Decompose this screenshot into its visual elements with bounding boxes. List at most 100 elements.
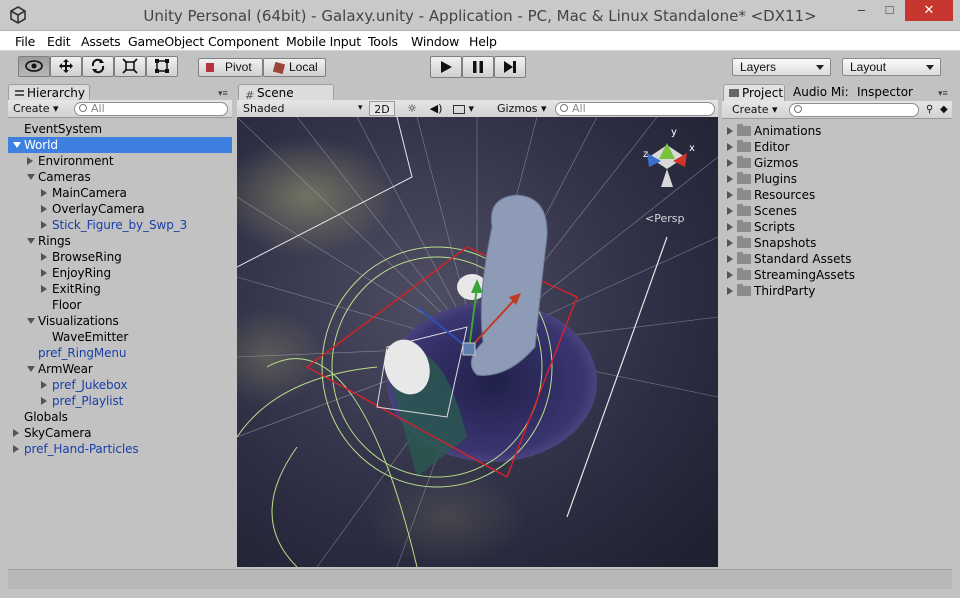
expand-arrow-open-icon[interactable] <box>27 238 35 244</box>
expand-arrow-closed-icon[interactable] <box>727 143 733 151</box>
hierarchy-item[interactable]: SkyCamera <box>8 425 232 441</box>
expand-arrow-closed-icon[interactable] <box>41 397 47 405</box>
expand-arrow-closed-icon[interactable] <box>41 269 47 277</box>
maximize-button[interactable]: □ <box>876 0 903 21</box>
menu-help[interactable]: Help <box>469 34 497 49</box>
effects-dropdown[interactable]: ▾ <box>453 101 485 116</box>
expand-arrow-closed-icon[interactable] <box>727 159 733 167</box>
expand-arrow-closed-icon[interactable] <box>727 271 733 279</box>
layout-dropdown[interactable]: Layout <box>842 58 941 76</box>
local-button[interactable]: Local <box>263 58 326 77</box>
hierarchy-create-button[interactable]: Create ▾ <box>13 101 71 116</box>
tab-scene[interactable]: # Scene <box>238 84 334 102</box>
project-folder-item[interactable]: Editor <box>722 139 942 155</box>
tab-project[interactable]: Project <box>723 84 785 101</box>
scene-view[interactable]: y x z <Persp <box>237 117 718 567</box>
hierarchy-item[interactable]: MainCamera <box>8 185 232 201</box>
gizmos-dropdown[interactable]: Gizmos ▾ <box>497 101 555 116</box>
hierarchy-item[interactable]: EventSystem <box>8 121 232 137</box>
view-tool-button[interactable] <box>18 56 50 77</box>
hierarchy-item[interactable]: World <box>8 137 232 153</box>
shading-dropdown[interactable]: Shaded ▾ <box>243 101 363 116</box>
hierarchy-item[interactable]: OverlayCamera <box>8 201 232 217</box>
project-folder-item[interactable]: Gizmos <box>722 155 942 171</box>
close-button[interactable]: ✕ <box>905 0 953 21</box>
filter-by-type-button[interactable]: ⚲ <box>926 102 938 117</box>
hierarchy-item[interactable]: Cameras <box>8 169 232 185</box>
rotate-tool-button[interactable] <box>82 56 114 77</box>
expand-arrow-closed-icon[interactable] <box>41 189 47 197</box>
panel-menu-icon[interactable]: ▾≡ <box>938 88 948 99</box>
expand-arrow-open-icon[interactable] <box>27 366 35 372</box>
expand-arrow-closed-icon[interactable] <box>41 221 47 229</box>
audio-toggle[interactable]: ◀) <box>427 101 445 116</box>
project-folder-item[interactable]: Animations <box>722 123 942 139</box>
hierarchy-item[interactable]: pref_Hand-Particles <box>8 441 232 457</box>
project-folder-item[interactable]: Snapshots <box>722 235 942 251</box>
expand-arrow-closed-icon[interactable] <box>41 285 47 293</box>
menu-tools[interactable]: Tools <box>368 34 398 49</box>
hierarchy-item[interactable]: pref_Jukebox <box>8 377 232 393</box>
hierarchy-item[interactable]: pref_RingMenu <box>8 345 232 361</box>
persp-label[interactable]: <Persp <box>645 212 684 225</box>
hierarchy-item[interactable]: Rings <box>8 233 232 249</box>
tab-hierarchy[interactable]: Hierarchy <box>8 84 90 101</box>
menu-edit[interactable]: Edit <box>47 34 71 49</box>
play-button[interactable] <box>430 56 462 78</box>
hierarchy-item[interactable]: pref_Playlist <box>8 393 232 409</box>
expand-arrow-open-icon[interactable] <box>27 174 35 180</box>
hierarchy-item[interactable]: Globals <box>8 409 232 425</box>
expand-arrow-closed-icon[interactable] <box>727 191 733 199</box>
project-folder-item[interactable]: Scenes <box>722 203 942 219</box>
rect-tool-button[interactable] <box>146 56 178 77</box>
hierarchy-item[interactable]: WaveEmitter <box>8 329 232 345</box>
tab-inspector[interactable]: Inspector <box>857 85 913 99</box>
project-create-button[interactable]: Create ▾ <box>732 102 786 117</box>
expand-arrow-closed-icon[interactable] <box>727 239 733 247</box>
project-folder-item[interactable]: ThirdParty <box>722 283 942 299</box>
pause-button[interactable] <box>462 56 494 78</box>
expand-arrow-closed-icon[interactable] <box>727 175 733 183</box>
hierarchy-item[interactable]: Stick_Figure_by_Swp_3 <box>8 217 232 233</box>
project-folder-item[interactable]: Standard Assets <box>722 251 942 267</box>
expand-arrow-closed-icon[interactable] <box>41 205 47 213</box>
project-folder-item[interactable]: Scripts <box>722 219 942 235</box>
hierarchy-item[interactable]: ExitRing <box>8 281 232 297</box>
scene-search-input[interactable]: All <box>555 102 715 116</box>
expand-arrow-closed-icon[interactable] <box>27 157 33 165</box>
expand-arrow-closed-icon[interactable] <box>13 445 19 453</box>
project-folder-item[interactable]: Resources <box>722 187 942 203</box>
expand-arrow-closed-icon[interactable] <box>727 207 733 215</box>
tab-audio-mixer[interactable]: Audio Mi: <box>793 85 849 99</box>
expand-arrow-closed-icon[interactable] <box>13 429 19 437</box>
minimize-button[interactable]: – <box>848 0 875 21</box>
expand-arrow-closed-icon[interactable] <box>41 381 47 389</box>
expand-arrow-closed-icon[interactable] <box>727 255 733 263</box>
hierarchy-item[interactable]: ArmWear <box>8 361 232 377</box>
hierarchy-item[interactable]: Visualizations <box>8 313 232 329</box>
hierarchy-item[interactable]: Floor <box>8 297 232 313</box>
expand-arrow-closed-icon[interactable] <box>727 287 733 295</box>
step-button[interactable] <box>494 56 526 78</box>
expand-arrow-open-icon[interactable] <box>13 142 21 148</box>
lighting-toggle[interactable]: ☼ <box>403 101 421 116</box>
menu-mobile-input[interactable]: Mobile Input <box>286 34 361 49</box>
expand-arrow-closed-icon[interactable] <box>727 223 733 231</box>
expand-arrow-closed-icon[interactable] <box>41 253 47 261</box>
menu-gameobject[interactable]: GameObject <box>128 34 204 49</box>
hierarchy-item[interactable]: BrowseRing <box>8 249 232 265</box>
hierarchy-item[interactable]: Environment <box>8 153 232 169</box>
menu-assets[interactable]: Assets <box>81 34 121 49</box>
filter-by-label-button[interactable]: ◆ <box>940 102 952 117</box>
scale-tool-button[interactable] <box>114 56 146 77</box>
expand-arrow-closed-icon[interactable] <box>727 127 733 135</box>
expand-arrow-open-icon[interactable] <box>27 318 35 324</box>
layers-dropdown[interactable]: Layers <box>732 58 831 76</box>
project-folder-item[interactable]: Plugins <box>722 171 942 187</box>
project-search-input[interactable] <box>789 103 919 117</box>
menu-file[interactable]: File <box>15 34 35 49</box>
menu-window[interactable]: Window <box>411 34 459 49</box>
move-tool-button[interactable] <box>50 56 82 77</box>
hierarchy-item[interactable]: EnjoyRing <box>8 265 232 281</box>
pivot-button[interactable]: Pivot <box>198 58 263 77</box>
